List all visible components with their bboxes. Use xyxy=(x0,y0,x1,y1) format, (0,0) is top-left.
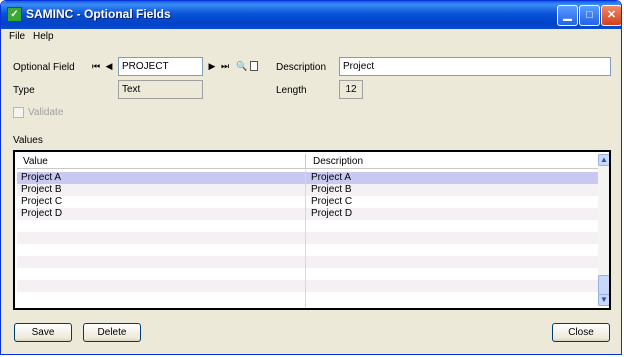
save-button[interactable]: Save xyxy=(14,323,72,342)
menu-help[interactable]: Help xyxy=(33,31,54,42)
menu-bar: File Help xyxy=(1,29,621,45)
empty-row[interactable] xyxy=(17,268,598,280)
cell-value: Project D xyxy=(21,208,63,219)
optional-field-label: Optional Field xyxy=(13,62,75,73)
maximize-button[interactable]: □ xyxy=(579,5,600,26)
grid-header: Value Description xyxy=(17,154,598,169)
column-header-value[interactable]: Value xyxy=(23,156,48,167)
table-row[interactable]: Project A Project A xyxy=(17,172,598,184)
empty-row[interactable] xyxy=(17,256,598,268)
cell-description: Project A xyxy=(311,172,352,183)
cell-description: Project C xyxy=(311,196,353,207)
type-value: Text xyxy=(118,80,203,99)
scroll-thumb[interactable] xyxy=(598,275,609,295)
first-record-icon[interactable]: ⏮ xyxy=(91,61,101,71)
cell-value: Project B xyxy=(21,184,62,195)
cell-description: Project D xyxy=(311,208,353,219)
empty-row[interactable] xyxy=(17,292,598,304)
description-input[interactable]: Project xyxy=(339,57,611,76)
vertical-scrollbar[interactable]: ▲ ▼ xyxy=(598,154,609,306)
app-icon: ✓ xyxy=(7,7,22,22)
form-area: Optional Field ⏮ ◀ PROJECT ▶ ⏭ 🔍 Descrip… xyxy=(1,45,621,354)
minimize-button[interactable]: ▁ xyxy=(557,5,578,26)
optional-field-input[interactable]: PROJECT xyxy=(118,57,203,76)
empty-row[interactable] xyxy=(17,244,598,256)
last-record-icon[interactable]: ⏭ xyxy=(220,61,230,71)
type-label: Type xyxy=(13,85,35,96)
close-button[interactable]: Close xyxy=(552,323,610,342)
close-window-button[interactable]: ✕ xyxy=(601,5,621,26)
length-label: Length xyxy=(276,85,307,96)
cell-value: Project A xyxy=(21,172,62,183)
scroll-up-button[interactable]: ▲ xyxy=(598,154,609,166)
table-row[interactable]: Project C Project C xyxy=(17,196,598,208)
empty-row[interactable] xyxy=(17,220,598,232)
validate-checkbox[interactable] xyxy=(13,107,24,118)
length-value: 12 xyxy=(339,80,363,99)
menu-file[interactable]: File xyxy=(9,31,25,42)
new-document-icon[interactable] xyxy=(250,61,258,71)
empty-row[interactable] xyxy=(17,280,598,292)
column-divider-line xyxy=(305,170,306,308)
finder-icon[interactable]: 🔍 xyxy=(236,61,247,71)
scroll-down-button[interactable]: ▼ xyxy=(598,294,609,306)
empty-row[interactable] xyxy=(17,232,598,244)
optional-fields-window: ✓ SAMINC - Optional Fields ▁ □ ✕ File He… xyxy=(0,0,622,355)
column-divider[interactable] xyxy=(305,154,306,169)
column-header-description[interactable]: Description xyxy=(313,156,363,167)
description-label: Description xyxy=(276,62,327,73)
delete-button[interactable]: Delete xyxy=(83,323,141,342)
values-grid[interactable]: Value Description Project A Project A Pr… xyxy=(13,150,611,310)
cell-value: Project C xyxy=(21,196,63,207)
table-row[interactable]: Project B Project B xyxy=(17,184,598,196)
title-bar[interactable]: ✓ SAMINC - Optional Fields ▁ □ ✕ xyxy=(1,1,621,29)
window-title: SAMINC - Optional Fields xyxy=(26,7,171,21)
validate-label: Validate xyxy=(28,107,64,118)
next-record-icon[interactable]: ▶ xyxy=(207,61,217,71)
values-label: Values xyxy=(13,135,43,146)
previous-record-icon[interactable]: ◀ xyxy=(104,61,114,71)
cell-description: Project B xyxy=(311,184,352,195)
table-row[interactable]: Project D Project D xyxy=(17,208,598,220)
